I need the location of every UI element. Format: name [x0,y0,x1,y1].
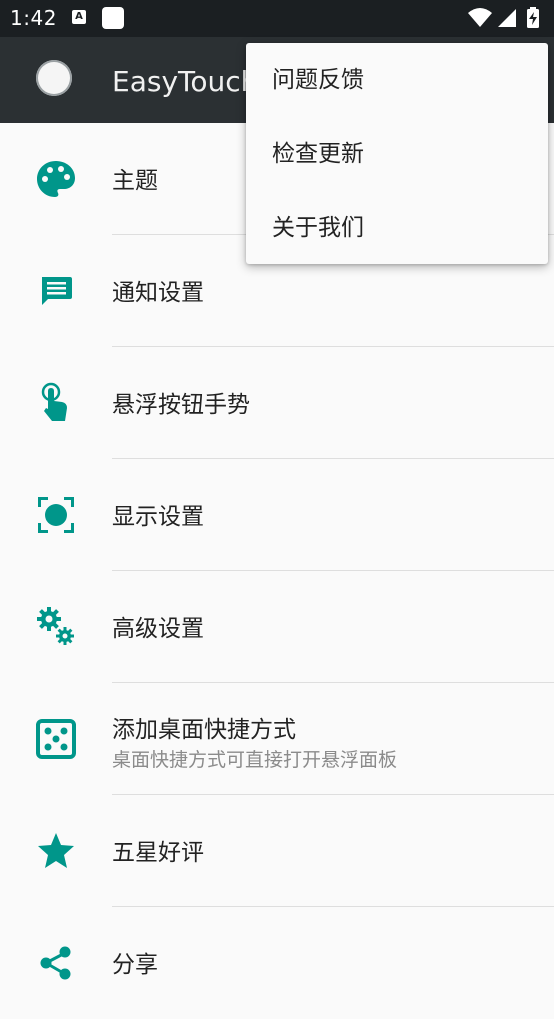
dice-icon [36,719,76,759]
list-item-sublabel: 桌面快捷方式可直接打开悬浮面板 [112,749,398,771]
signal-icon [498,9,516,27]
star-icon [38,833,74,868]
list-item-float-gesture[interactable]: 悬浮按钮手势 [0,347,554,459]
palette-icon [37,161,75,197]
list-item-share[interactable]: 分享 [0,907,554,1019]
share-icon [40,946,71,980]
display-focus-icon [38,497,74,533]
message-icon [42,277,72,305]
circle-logo-icon[interactable] [36,60,72,96]
list-item-label: 五星好评 [112,840,204,866]
list-item-label: 添加桌面快捷方式 [112,717,296,743]
battery-charging-icon [527,7,539,28]
touch-gesture-icon [41,382,67,421]
list-item-label: 分享 [112,952,158,978]
list-item-add-shortcut[interactable]: 添加桌面快捷方式 桌面快捷方式可直接打开悬浮面板 [0,683,554,795]
app-title: EasyTouch [112,65,259,98]
list-item-rate-five-stars[interactable]: 五星好评 [0,795,554,907]
list-item-label: 高级设置 [112,616,204,642]
list-item-label: 悬浮按钮手势 [112,392,250,418]
status-time: 1:42 [10,6,57,30]
list-item-display-settings[interactable]: 显示设置 [0,459,554,571]
menu-item-feedback[interactable]: 问题反馈 [246,43,548,117]
status-bar: 1:42 A [0,0,554,37]
list-item-advanced-settings[interactable]: 高级设置 [0,571,554,683]
notification-square-icon [102,7,124,29]
wifi-icon [468,8,492,27]
status-icons [468,7,539,28]
list-item-label: 主题 [112,168,158,194]
overflow-menu: 问题反馈 检查更新 关于我们 [246,43,548,264]
notification-a-icon: A [72,10,86,24]
menu-item-check-update[interactable]: 检查更新 [246,117,548,191]
gears-icon [37,607,74,645]
list-item-label: 显示设置 [112,504,204,530]
menu-item-about-us[interactable]: 关于我们 [246,191,548,265]
list-item-label: 通知设置 [112,280,204,306]
